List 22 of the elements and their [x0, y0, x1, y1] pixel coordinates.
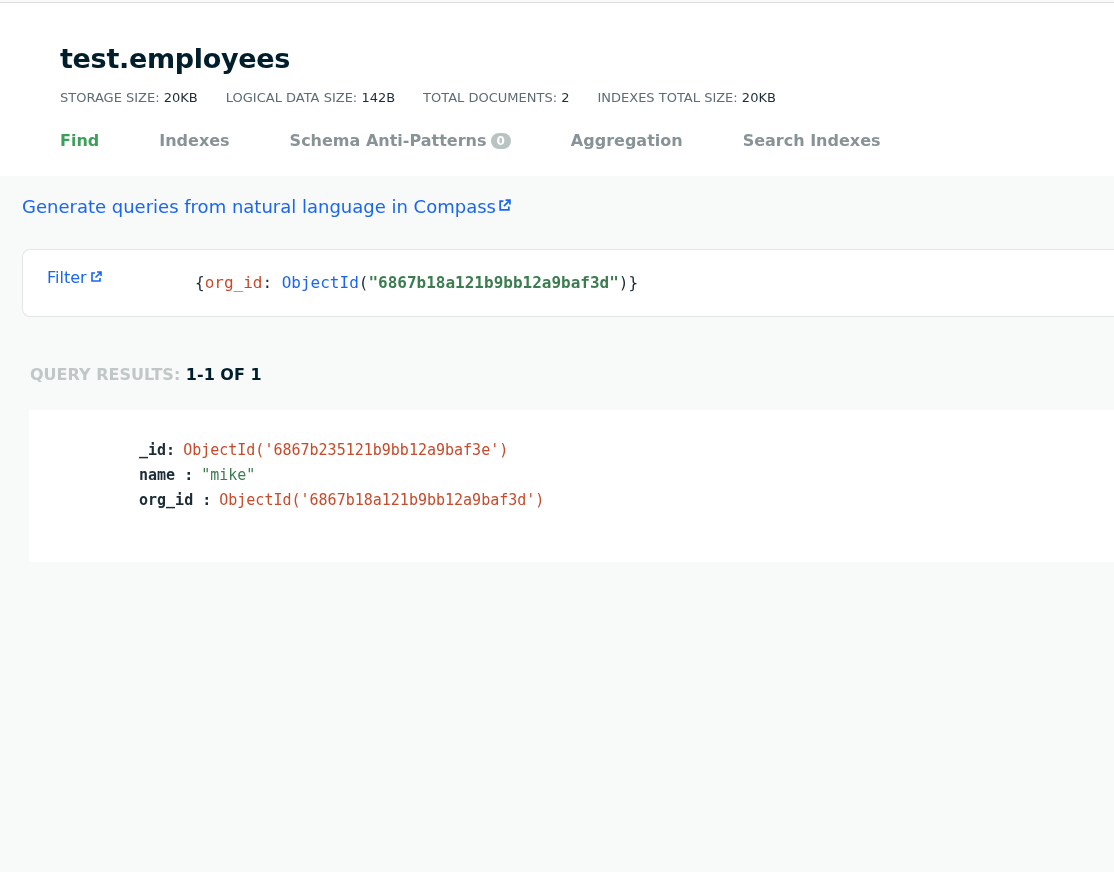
- tab[interactable]: Find: [52, 127, 100, 154]
- natural-language-link[interactable]: Generate queries from natural language in Compass: [22, 196, 496, 217]
- tab[interactable]: Aggregation: [562, 127, 683, 154]
- field-value: ObjectId('6867b235121b9bb12a9baf3e'): [183, 440, 509, 461]
- field-name: org_id :: [139, 490, 212, 511]
- filter-link[interactable]: Filter: [47, 268, 87, 287]
- tab[interactable]: Indexes: [151, 127, 230, 154]
- collection-stat: INDEXES TOTAL SIZE: 20KB: [597, 90, 776, 105]
- tab[interactable]: Search Indexes: [734, 127, 881, 154]
- external-link-icon: [497, 199, 511, 212]
- external-link-icon: [89, 271, 102, 283]
- collection-stat: TOTAL DOCUMENTS: 2: [423, 90, 570, 105]
- filter-query-field[interactable]: {org_id: ObjectId("6867b18a121b9bb12a9baf3d")}: [195, 250, 639, 297]
- collection-stat: STORAGE SIZE: 20KB: [60, 90, 198, 105]
- tab[interactable]: Schema Anti-Patterns 0: [281, 127, 511, 154]
- field-value: ObjectId('6867b18a121b9bb12a9baf3d'): [219, 490, 545, 511]
- collection-title: test.employees: [60, 43, 292, 74]
- field-value: "mike": [201, 465, 256, 486]
- field-name: name :: [139, 465, 194, 486]
- collection-stat: LOGICAL DATA SIZE: 142B: [225, 90, 396, 105]
- field-name: _id:: [139, 440, 176, 461]
- count-badge: 0: [490, 132, 511, 149]
